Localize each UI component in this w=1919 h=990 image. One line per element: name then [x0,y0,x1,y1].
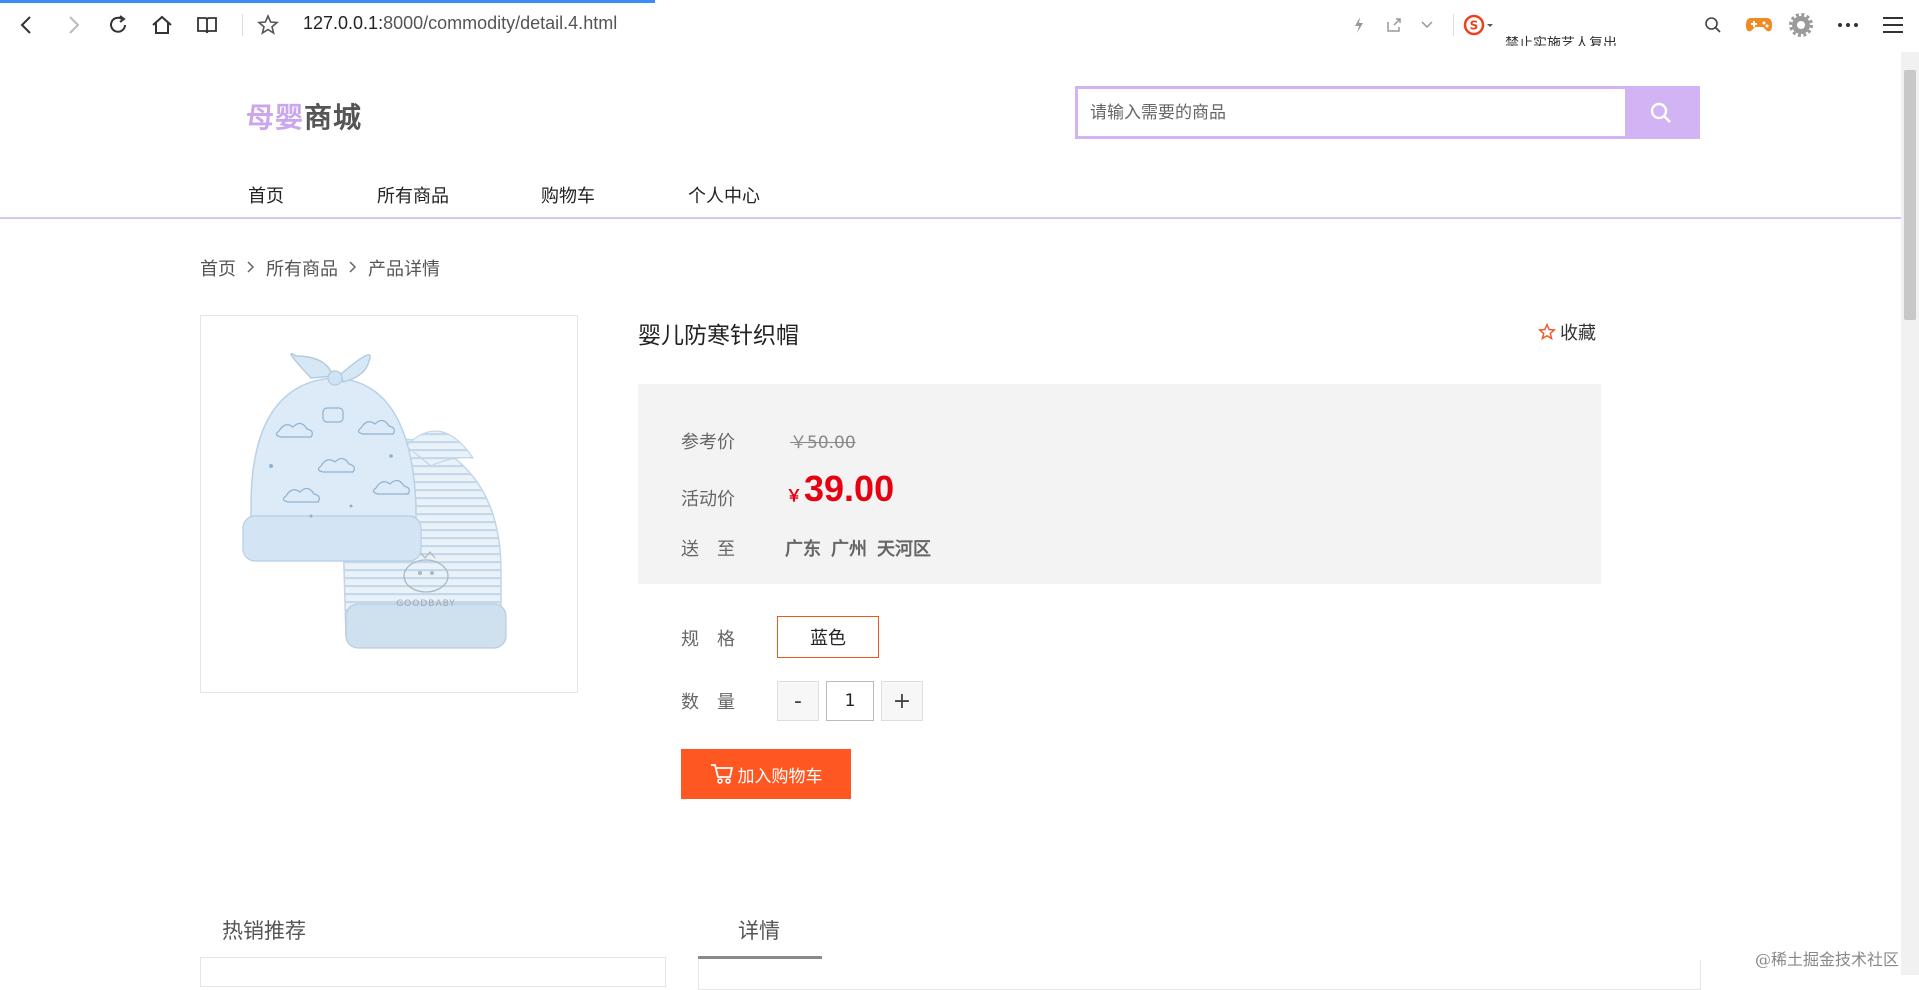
ship-label: 送 至 [681,539,735,560]
main-nav: 首页 所有商品 购物车 个人中心 [248,182,760,208]
star-outline-icon [1538,323,1556,341]
add-to-cart-button[interactable]: 加入购物车 [681,749,851,799]
bookmark-button[interactable] [255,12,281,38]
ref-price-label: 参考价 [681,432,735,453]
site-logo[interactable]: 母婴商城 [246,96,362,136]
qty-minus-button[interactable]: - [777,681,819,721]
scrollbar-thumb[interactable] [1904,70,1916,320]
home-button[interactable] [149,12,175,38]
product-search-bar [1075,86,1700,139]
nav-home[interactable]: 首页 [248,182,377,208]
nav-user-center[interactable]: 个人中心 [688,182,760,208]
hat-brand-caption: GOODBABY [396,599,456,609]
reader-button[interactable] [194,12,220,38]
hamburger-menu-icon [1883,17,1903,33]
news-ticker[interactable]: 禁止实施艺人复出 [1505,30,1645,46]
back-icon [20,16,31,34]
url-host: 127.0.0.1: [303,13,384,33]
browser-toolbar: 127.0.0.1:8000/commodity/detail.4.html S… [0,0,1919,52]
logo-prefix: 母婴 [246,101,305,134]
toolbar-divider [1453,14,1454,36]
book-icon [197,17,217,34]
breadcrumb-separator [348,258,358,279]
menu-button[interactable] [1880,12,1906,38]
forward-icon [69,16,80,34]
hot-recommend-panel [200,957,666,987]
lightning-icon [1355,17,1363,33]
breadcrumb-all-products[interactable]: 所有商品 [266,255,338,281]
chevron-down-icon [1421,21,1433,29]
more-dots-icon [1838,23,1858,27]
toolbar-divider [242,14,243,36]
share-icon [1387,18,1401,32]
spec-option-blue[interactable]: 蓝色 [777,616,879,658]
act-price-value: 39.00 [804,468,895,509]
home-icon [152,15,172,34]
price-panel [638,384,1601,584]
hot-recommend-title: 热销推荐 [222,919,306,943]
tab-active-indicator [698,956,822,959]
chevron-right-icon [247,260,255,273]
qty-label: 数 量 [681,692,735,713]
product-image: GOODBABY [200,315,578,693]
cart-icon [710,764,733,784]
gamepad-icon [1746,18,1772,32]
game-center-button[interactable] [1744,12,1774,38]
settings-button[interactable] [1788,12,1814,38]
share-button[interactable] [1381,12,1407,38]
svg-text:S: S [1470,19,1479,33]
chevron-right-icon [349,260,357,273]
page-load-progress [0,0,655,3]
reload-icon [110,15,126,33]
currency-symbol: ￥ [786,486,803,505]
detail-panel [698,960,1701,990]
more-button[interactable] [1835,12,1861,38]
news-ticker-text: 禁止实施艺人复出 [1505,36,1617,46]
back-button[interactable] [14,12,40,38]
watermark: @稀土掘金技术社区 [1755,950,1900,969]
breadcrumb-current: 产品详情 [368,259,440,280]
logo-suffix: 商城 [304,101,363,134]
browser-search-button[interactable] [1700,12,1726,38]
region-province: 广东 [785,539,821,560]
add-to-cart-label: 加入购物车 [737,766,823,787]
forward-button[interactable] [60,12,86,38]
product-title: 婴儿防寒针织帽 [638,323,799,349]
reload-button[interactable] [105,12,131,38]
sogou-logo-icon: S [1463,14,1493,36]
act-price-label: 活动价 [681,489,735,510]
breadcrumb-home[interactable]: 首页 [200,255,236,281]
search-icon [1650,102,1671,123]
sogou-search-button[interactable]: S [1462,12,1498,38]
breadcrumb-separator [246,258,256,279]
tab-detail[interactable]: 详情 [738,915,780,945]
favorite-label: 收藏 [1560,323,1596,344]
favorite-button[interactable]: 收藏 [1538,319,1596,345]
speed-mode-button[interactable] [1346,12,1372,38]
qty-input[interactable]: 1 [826,681,874,721]
page-scrollbar[interactable] [1901,52,1919,975]
spec-label: 规 格 [681,629,735,650]
region-city: 广州 [831,539,867,560]
url-path: 8000/commodity/detail.4.html [383,13,618,33]
region-district: 天河区 [877,539,931,560]
ref-price: ￥50.00 [790,433,856,453]
address-bar[interactable]: 127.0.0.1:8000/commodity/detail.4.html [303,13,617,34]
gear-icon [1789,13,1813,37]
qty-plus-button[interactable]: + [881,681,923,721]
search-button[interactable] [1625,89,1697,136]
breadcrumb: 首页 所有商品 产品详情 [200,255,440,281]
ship-region-selector[interactable]: 广东 广州 天河区 [785,535,931,561]
nav-divider [0,217,1901,219]
nav-all-products[interactable]: 所有商品 [377,182,541,208]
share-dropdown-button[interactable] [1414,12,1440,38]
star-icon [257,14,279,35]
baby-hat-illustration: GOODBABY [242,352,507,649]
act-price: ￥39.00 [786,468,894,510]
nav-cart[interactable]: 购物车 [541,182,688,208]
search-input[interactable] [1078,89,1625,136]
search-icon [1705,17,1721,33]
